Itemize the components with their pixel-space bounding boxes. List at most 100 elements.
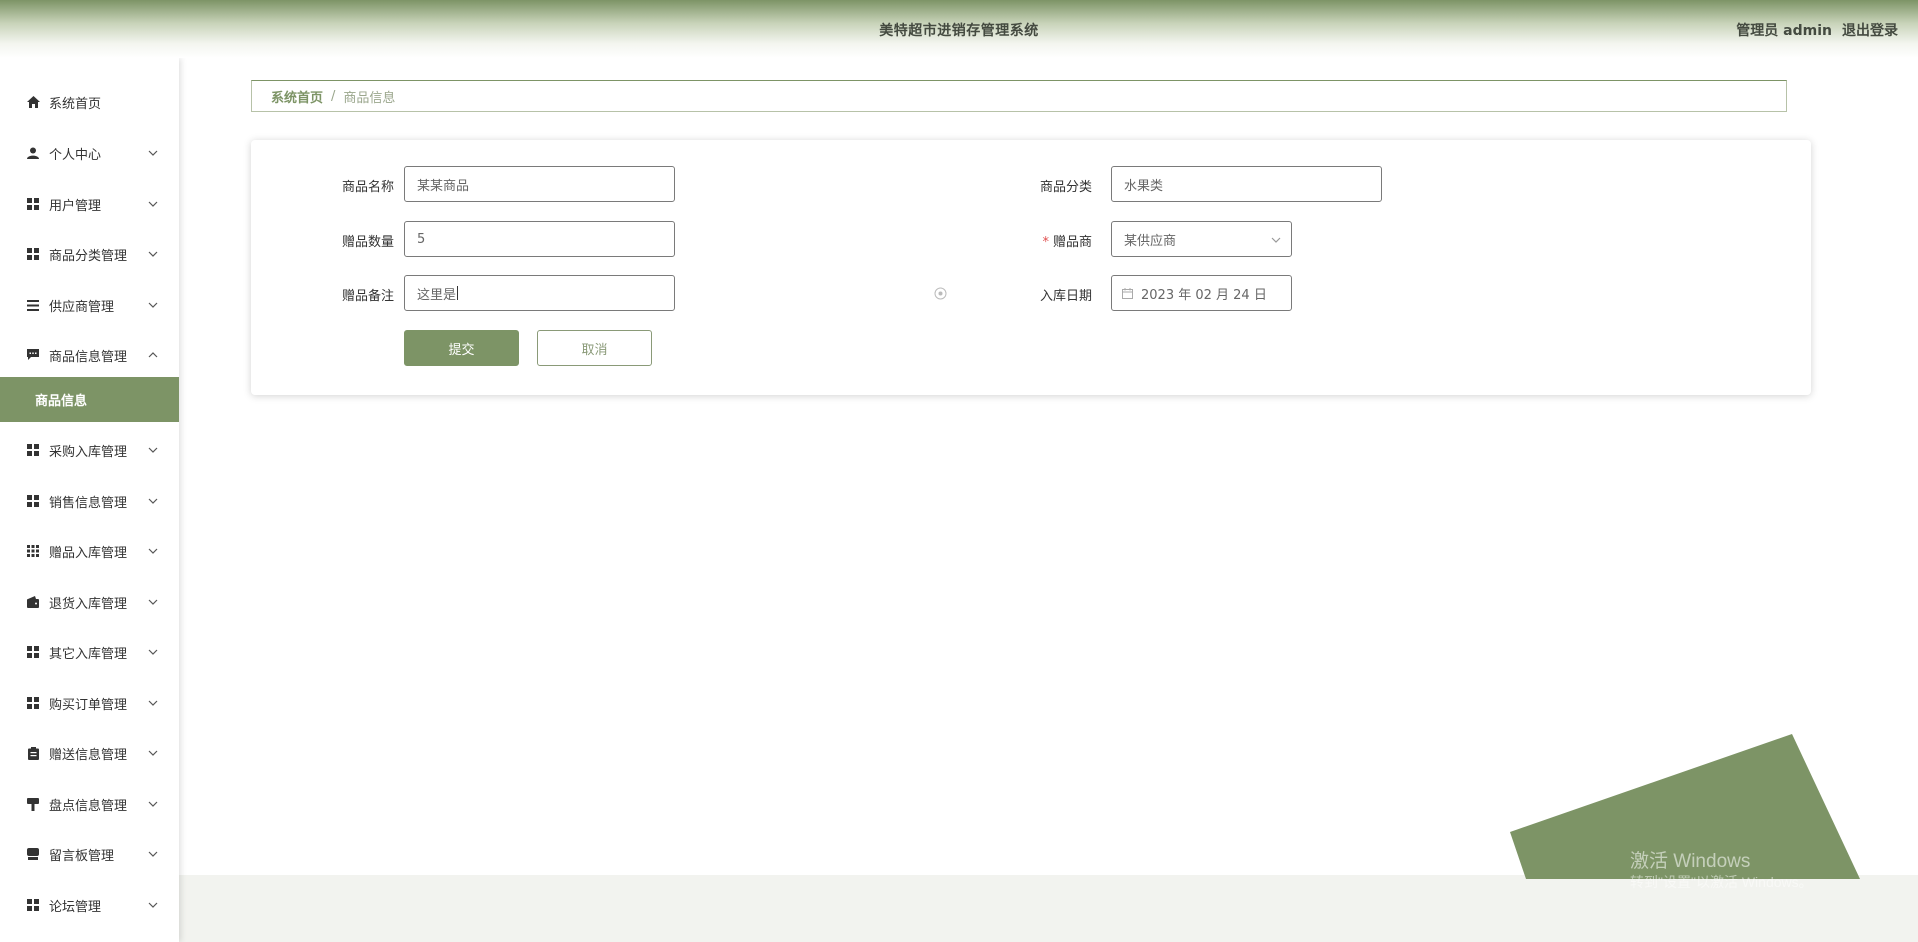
text-cursor-icon — [457, 286, 459, 300]
gift-remark-field[interactable]: 这里是 — [404, 275, 675, 311]
list-icon — [26, 298, 40, 312]
chevron-down-icon — [148, 302, 158, 308]
calendar-icon — [1122, 287, 1133, 299]
sidebar-item-gift-stock[interactable]: 赠品入库管理 — [0, 529, 179, 573]
sidebar-subitem-label: 商品信息 — [35, 394, 88, 409]
sidebar-item-other-stock[interactable]: 其它入库管理 — [0, 630, 179, 674]
chevron-down-icon — [148, 750, 158, 756]
sidebar-item-sales[interactable]: 销售信息管理 — [0, 479, 179, 523]
home-icon — [26, 95, 40, 109]
sidebar-item-category[interactable]: 商品分类管理 — [0, 232, 179, 276]
sidebar-item-label: 论坛管理 — [49, 899, 102, 915]
sidebar-item-supplier[interactable]: 供应商管理 — [0, 283, 179, 327]
stock-date-picker[interactable]: 2023 年 02 月 24 日 — [1111, 275, 1292, 311]
grid-icon — [26, 197, 40, 211]
breadcrumb-separator: / — [331, 88, 336, 104]
supplier-select[interactable]: 某供应商 — [1111, 221, 1292, 257]
sidebar: 系统首页 个人中心 用户管理 商品分类管理 供应商管理 商品信息管理 商品信息 … — [0, 58, 179, 942]
supplier-label: * 赠品商 — [1002, 231, 1092, 250]
sidebar-item-label: 销售信息管理 — [49, 495, 128, 511]
sidebar-item-users[interactable]: 用户管理 — [0, 182, 179, 226]
current-user: 管理员 admin — [1736, 23, 1832, 39]
wallet-icon — [26, 595, 40, 609]
submit-button[interactable]: 提交 — [404, 330, 519, 366]
category-label: 商品分类 — [1039, 180, 1092, 195]
chevron-down-icon — [148, 251, 158, 257]
grid-icon — [26, 494, 40, 508]
activation-watermark-subtitle: 转到"设置"以激活 Windows。 — [1630, 874, 1813, 890]
chevron-down-icon — [148, 548, 158, 554]
stock-date-label: 入库日期 — [1039, 289, 1092, 304]
chevron-down-icon — [148, 447, 158, 453]
gift-remark-value: 这里是 — [417, 287, 457, 303]
logout-link[interactable]: 退出登录 — [1842, 20, 1898, 40]
cancel-button[interactable]: 取消 — [537, 330, 652, 366]
required-asterisk: * — [1042, 235, 1049, 250]
product-form: 商品名称 某某商品 商品分类 水果类 赠品数量 5 * 赠品商 某供应商 赠品备注… — [251, 140, 1811, 395]
activation-watermark-title: 激活 Windows — [1630, 851, 1751, 872]
printer-icon — [26, 847, 40, 861]
top-header: 美特超市进销存管理系统 管理员 admin 退出登录 — [0, 0, 1918, 58]
sidebar-item-label: 商品分类管理 — [49, 248, 128, 264]
sidebar-item-message-board[interactable]: 留言板管理 — [0, 832, 179, 876]
grid-icon — [26, 645, 40, 659]
breadcrumb: 系统首页 / 商品信息 — [251, 80, 1787, 112]
chevron-down-icon — [148, 700, 158, 706]
chevron-down-icon — [148, 801, 158, 807]
chevron-down-icon — [148, 150, 158, 156]
supplier-select-value: 某供应商 — [1124, 233, 1177, 249]
sidebar-item-label: 其它入库管理 — [49, 646, 128, 662]
brush-icon — [26, 797, 40, 811]
chevron-down-icon — [148, 649, 158, 655]
clipboard-icon — [26, 746, 40, 760]
sidebar-item-label: 购买订单管理 — [49, 697, 128, 713]
chevron-down-icon — [148, 201, 158, 207]
chevron-down-icon — [148, 599, 158, 605]
sidebar-item-home[interactable]: 系统首页 — [0, 80, 179, 124]
sidebar-item-return-stock[interactable]: 退货入库管理 — [0, 580, 179, 624]
sidebar-item-label: 采购入库管理 — [49, 444, 128, 460]
sidebar-item-label: 个人中心 — [49, 147, 102, 163]
grid-icon — [26, 247, 40, 261]
user-icon — [26, 146, 40, 160]
grid-icon — [26, 443, 40, 457]
sidebar-item-label: 用户管理 — [49, 198, 102, 214]
sidebar-item-label: 盘点信息管理 — [49, 798, 128, 814]
sidebar-item-label: 供应商管理 — [49, 299, 115, 315]
sidebar-item-personal-center[interactable]: 个人中心 — [0, 131, 179, 175]
sidebar-item-label: 退货入库管理 — [49, 596, 128, 612]
sidebar-item-forum[interactable]: 论坛管理 — [0, 883, 179, 927]
name-label: 商品名称 — [341, 180, 394, 195]
breadcrumb-current: 商品信息 — [343, 90, 396, 106]
apps-icon — [26, 544, 40, 558]
chevron-down-icon — [148, 498, 158, 504]
product-category-field[interactable]: 水果类 — [1111, 166, 1382, 202]
supplier-label-text: 赠品商 — [1052, 235, 1092, 250]
sidebar-item-orders[interactable]: 购买订单管理 — [0, 681, 179, 725]
sidebar-item-product-info[interactable]: 商品信息管理 — [0, 333, 179, 377]
gift-quantity-label: 赠品数量 — [341, 235, 394, 250]
product-name-field[interactable]: 某某商品 — [404, 166, 675, 202]
chevron-down-icon — [148, 851, 158, 857]
sidebar-item-label: 留言板管理 — [49, 848, 115, 864]
chat-icon — [26, 348, 40, 362]
chevron-down-icon — [148, 902, 158, 908]
stock-date-value: 2023 年 02 月 24 日 — [1141, 287, 1267, 303]
sidebar-item-gift-info[interactable]: 赠送信息管理 — [0, 731, 179, 775]
sidebar-item-label: 赠送信息管理 — [49, 747, 128, 763]
sidebar-item-inventory[interactable]: 盘点信息管理 — [0, 782, 179, 826]
chevron-up-icon — [148, 352, 158, 358]
gift-remark-label: 赠品备注 — [341, 289, 394, 304]
gift-quantity-field[interactable]: 5 — [404, 221, 675, 257]
breadcrumb-home-link[interactable]: 系统首页 — [271, 87, 323, 106]
sidebar-item-purchase-stock[interactable]: 采购入库管理 — [0, 428, 179, 472]
grid-icon — [26, 898, 40, 912]
clear-circle-icon[interactable] — [934, 287, 947, 300]
sidebar-item-label: 系统首页 — [49, 96, 102, 112]
chevron-down-icon — [1271, 237, 1281, 243]
sidebar-item-label: 赠品入库管理 — [49, 545, 128, 561]
app-title: 美特超市进销存管理系统 — [879, 23, 1039, 39]
sidebar-item-label: 商品信息管理 — [49, 349, 128, 365]
sidebar-subitem-product-info[interactable]: 商品信息 — [0, 377, 179, 422]
grid-icon — [26, 696, 40, 710]
